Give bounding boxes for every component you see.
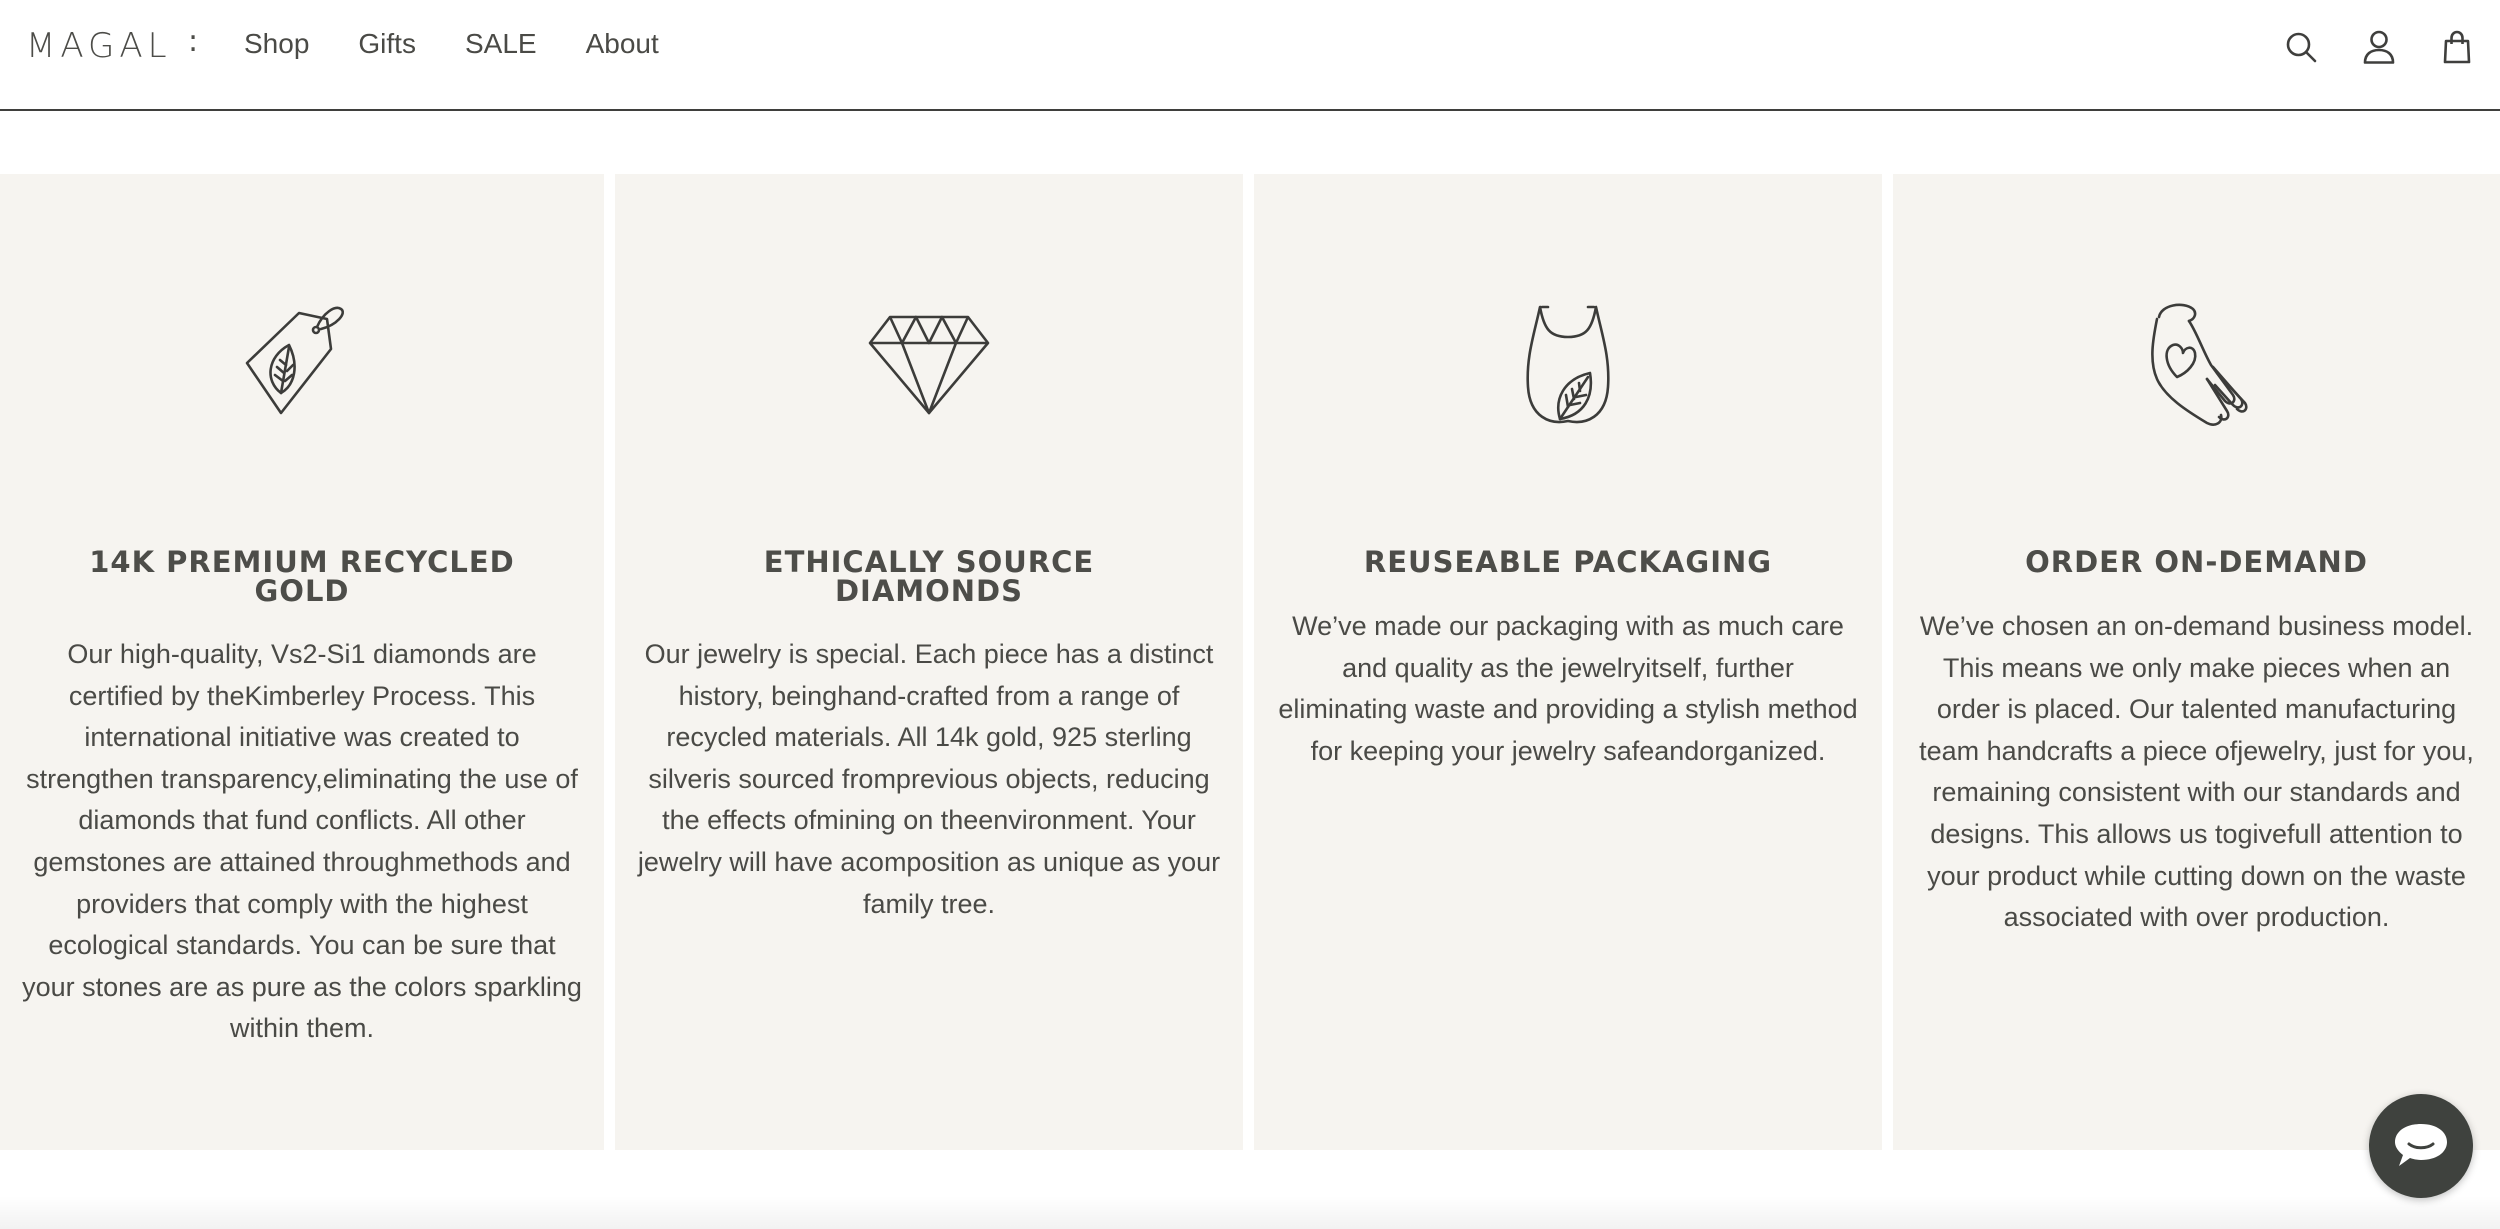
reusable-bag-leaf-icon xyxy=(1498,294,1638,434)
feature-description: We’ve made our packaging with as much ca… xyxy=(1278,611,1858,766)
nav-item-sale[interactable]: SALE xyxy=(465,28,537,60)
recycled-tag-leaf-icon xyxy=(232,294,372,434)
account-icon[interactable] xyxy=(2362,28,2396,66)
nav-item-gifts[interactable]: Gifts xyxy=(358,28,416,60)
site-header: MAGAL : Shop Gifts SALE About xyxy=(0,0,2500,111)
brand-logo-mark: : xyxy=(188,24,199,59)
next-section-edge xyxy=(0,1196,2500,1229)
feature-title: ORDER ON-DEMAND xyxy=(2025,545,2368,579)
features-section: 14K PREMIUM RECYCLED GOLD Our high-quali… xyxy=(0,174,2500,1150)
nav-item-shop[interactable]: Shop xyxy=(244,28,309,60)
feature-description: Our high-quality, Vs2-Si1 diamonds are c… xyxy=(22,639,582,1044)
diamond-icon xyxy=(859,294,999,434)
feature-description: Our jewelry is special. Each piece has a… xyxy=(637,639,1221,919)
feature-description: We’ve chosen an on-demand business model… xyxy=(1919,611,2474,933)
feature-title: ETHICALLY SOURCE DIAMONDS xyxy=(763,545,1095,608)
header-actions xyxy=(2284,28,2474,66)
search-icon[interactable] xyxy=(2284,28,2318,66)
chat-bubble-icon xyxy=(2395,1124,2447,1166)
feature-card-recycled-gold: 14K PREMIUM RECYCLED GOLD Our high-quali… xyxy=(0,174,604,1150)
cart-bag-icon[interactable] xyxy=(2440,28,2474,66)
feature-card-ethical-diamonds: ETHICALLY SOURCE DIAMONDS Our jewelry is… xyxy=(615,174,1243,1150)
hand-heart-icon xyxy=(2127,294,2267,434)
feature-title: REUSEABLE PACKAGING xyxy=(1363,545,1773,579)
feature-title: 14K PREMIUM RECYCLED GOLD xyxy=(89,545,515,608)
nav-item-about[interactable]: About xyxy=(586,28,659,60)
main-nav: Shop Gifts SALE About xyxy=(244,28,659,60)
brand-logo[interactable]: MAGAL xyxy=(26,26,172,66)
feature-card-reusable-packaging: REUSEABLE PACKAGING We’ve made our packa… xyxy=(1254,174,1882,1150)
chat-button[interactable] xyxy=(2369,1094,2473,1198)
feature-card-order-on-demand: ORDER ON-DEMAND We’ve chosen an on-deman… xyxy=(1893,174,2500,1150)
